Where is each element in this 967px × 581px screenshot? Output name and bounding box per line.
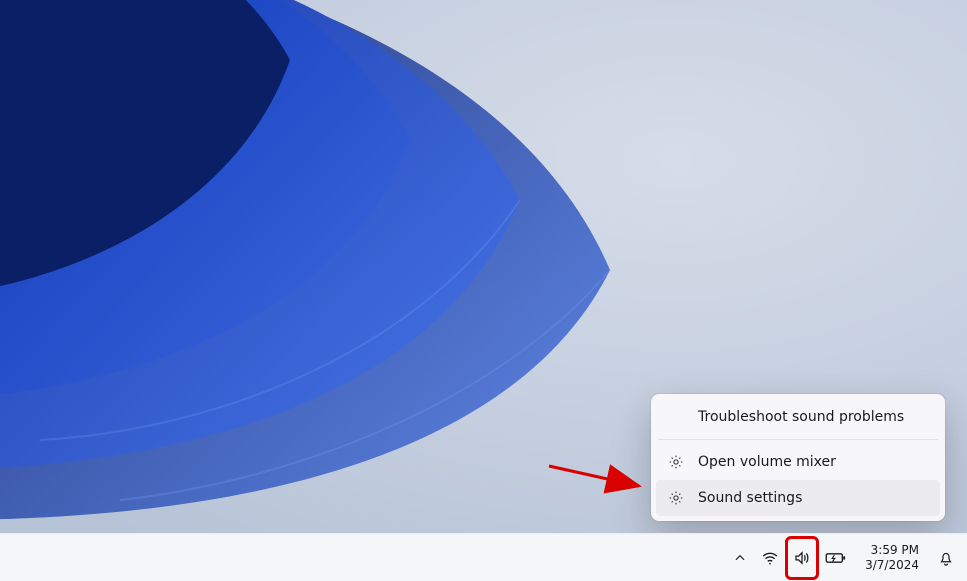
volume-icon	[793, 549, 811, 567]
chevron-up-icon	[733, 551, 747, 565]
gear-icon	[668, 490, 684, 506]
battery-icon	[825, 549, 847, 567]
menu-separator	[658, 439, 938, 440]
menu-item-label: Troubleshoot sound problems	[698, 409, 904, 425]
menu-item-label: Open volume mixer	[698, 454, 836, 470]
clock-time: 3:59 PM	[871, 543, 919, 558]
wifi-icon	[761, 549, 779, 567]
clock-date: 3/7/2024	[865, 558, 919, 573]
tray-overflow-button[interactable]	[727, 538, 753, 578]
tray-clock[interactable]: 3:59 PM 3/7/2024	[855, 538, 929, 578]
menu-item-label: Sound settings	[698, 490, 802, 506]
tray-notifications-button[interactable]	[931, 538, 961, 578]
tray-wifi-button[interactable]	[755, 538, 785, 578]
tray-volume-button[interactable]	[787, 538, 817, 578]
menu-item-troubleshoot[interactable]: Troubleshoot sound problems	[656, 399, 940, 435]
volume-context-menu: Troubleshoot sound problems Open volume …	[651, 394, 945, 521]
taskbar: 3:59 PM 3/7/2024	[0, 533, 967, 581]
tray-battery-button[interactable]	[819, 538, 853, 578]
bell-icon	[937, 549, 955, 567]
system-tray: 3:59 PM 3/7/2024	[727, 538, 961, 578]
menu-item-open-volume-mixer[interactable]: Open volume mixer	[656, 444, 940, 480]
gear-icon	[668, 454, 684, 470]
menu-item-sound-settings[interactable]: Sound settings	[656, 480, 940, 516]
